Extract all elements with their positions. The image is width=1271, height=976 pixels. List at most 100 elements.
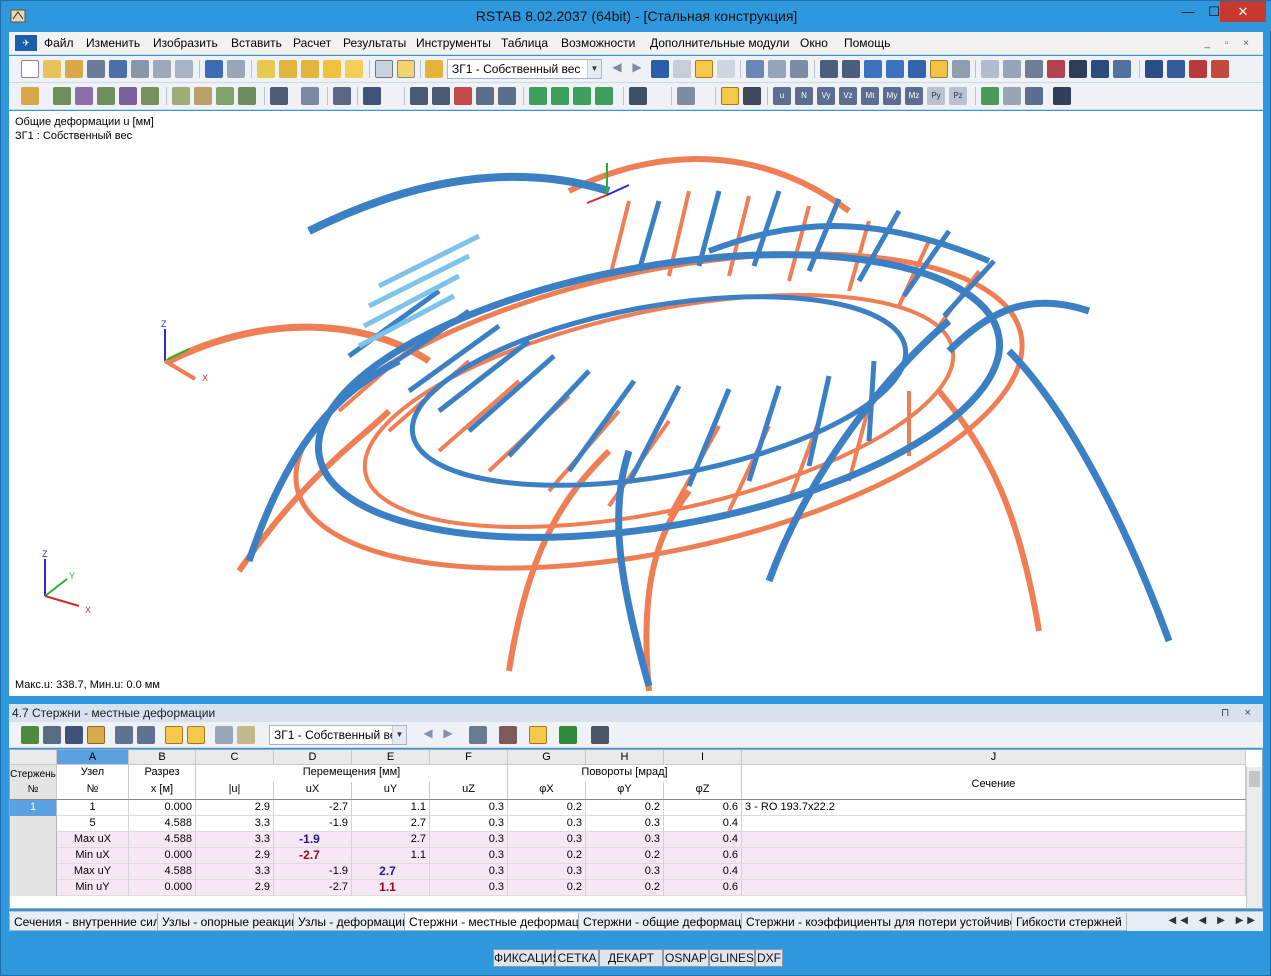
node-tool-icon[interactable] [21, 87, 39, 105]
menu-help[interactable]: Помощь [844, 36, 890, 50]
cell-phiz[interactable]: 0.6 [664, 880, 742, 896]
table-sort-icon[interactable] [65, 726, 83, 744]
cell-uz[interactable]: 0.3 [430, 816, 508, 832]
minimize-button[interactable]: — [1175, 1, 1201, 22]
cell-uz[interactable]: 0.3 [430, 864, 508, 880]
cell-section[interactable] [742, 848, 1246, 864]
cell-ux[interactable]: -1.9 [274, 816, 352, 832]
zoom-window-icon[interactable] [432, 87, 450, 105]
table-icon[interactable] [375, 60, 393, 78]
table-next-icon[interactable]: ▶ [439, 726, 457, 744]
table-highlight-icon[interactable] [529, 726, 547, 744]
grid-icon[interactable] [820, 60, 838, 78]
model-view-icon[interactable] [746, 60, 764, 78]
graphics-viewport[interactable]: Общие деформации u [мм] ЗГ1 : Собственны… [9, 111, 1263, 696]
cell-phiy[interactable]: 0.2 [586, 800, 664, 816]
table-left-icon[interactable] [115, 726, 133, 744]
table-columns-icon[interactable] [87, 726, 105, 744]
open-folder-icon[interactable] [43, 60, 61, 78]
cell-phiz[interactable]: 0.4 [664, 864, 742, 880]
table-row[interactable]: Min uY 0.000 2.9 -2.7 1.1 0.3 0.2 0.2 0.… [10, 880, 1246, 896]
table-row[interactable]: Min uX 0.000 2.9 -2.7 1.1 0.3 0.2 0.2 0.… [10, 848, 1246, 864]
search-icon[interactable] [279, 60, 297, 78]
section-icon[interactable] [1003, 87, 1021, 105]
cell-phiy[interactable]: 0.3 [586, 864, 664, 880]
xyz-icon[interactable] [301, 87, 319, 105]
hinge-icon[interactable] [194, 87, 212, 105]
table-graphic-icon[interactable] [21, 726, 39, 744]
support-reaction-icon[interactable] [981, 87, 999, 105]
loadcase-select[interactable]: ЗГ1 - Собственный вес ▼ [447, 59, 602, 79]
chevron-down-icon[interactable]: ▼ [587, 60, 601, 78]
table-right-icon[interactable] [137, 726, 155, 744]
undo-icon[interactable] [205, 60, 223, 78]
circle-tool-icon[interactable] [1003, 60, 1021, 78]
col-letter-j[interactable]: J [742, 750, 1246, 765]
status-osnap-button[interactable]: OSNAP [663, 949, 709, 967]
pdf-icon[interactable] [1189, 60, 1207, 78]
cell-phiy[interactable]: 0.3 [586, 832, 664, 848]
cell-phiy[interactable]: 0.2 [586, 848, 664, 864]
print-icon[interactable] [131, 60, 149, 78]
calculator-icon[interactable] [591, 726, 609, 744]
result-values-icon[interactable] [673, 60, 691, 78]
menu-window[interactable]: Окно [800, 36, 828, 50]
iso-view-icon[interactable] [476, 87, 494, 105]
cell-node[interactable]: Max uY [57, 864, 129, 880]
cell-phix[interactable]: 0.2 [508, 800, 586, 816]
structure-model[interactable]: Z X Z Y X [9, 111, 1263, 696]
settings-icon[interactable] [1113, 60, 1131, 78]
table-view-icon[interactable] [215, 726, 233, 744]
cell-u[interactable]: 3.3 [196, 832, 274, 848]
mesh-icon[interactable] [842, 60, 860, 78]
table-prev-icon[interactable]: ◀ [419, 726, 437, 744]
tab-nodes-support-reactions[interactable]: Узлы - опорные реакции [157, 913, 303, 931]
view-iso-icon[interactable] [595, 87, 613, 105]
chevron-down-icon[interactable]: ▼ [392, 726, 406, 744]
cell-phiz[interactable]: 0.6 [664, 800, 742, 816]
cell-phix[interactable]: 0.3 [508, 864, 586, 880]
status-snap-button[interactable]: ФИКСАЦИЯ [493, 949, 561, 967]
cell-phix[interactable]: 0.3 [508, 832, 586, 848]
row-member-no[interactable] [10, 864, 57, 880]
results-window-icon[interactable] [345, 60, 363, 78]
mirror-icon[interactable] [908, 60, 926, 78]
move-icon[interactable] [864, 60, 882, 78]
close-button[interactable]: ✕ [1220, 1, 1266, 22]
table-edit-icon[interactable] [237, 726, 255, 744]
cell-node[interactable]: Min uY [57, 880, 129, 896]
cell-u[interactable]: 2.9 [196, 880, 274, 896]
table-row[interactable]: 1 1 0.000 2.9 -2.7 1.1 0.3 0.2 0.2 0.6 3… [10, 800, 1246, 816]
guide-icon[interactable] [333, 87, 351, 105]
cell-node[interactable]: 5 [57, 816, 129, 832]
pdf-export-icon[interactable] [1211, 60, 1229, 78]
cell-ux[interactable]: -1.9 [274, 832, 352, 848]
cell-uy[interactable]: 2.7 [352, 832, 430, 848]
next-loadcase-icon[interactable]: ▶ [628, 60, 646, 78]
selection-icon[interactable] [952, 60, 970, 78]
edit-icon[interactable] [257, 60, 275, 78]
result-vy-icon[interactable]: Vy [817, 87, 835, 105]
value-xxx-icon[interactable] [717, 60, 735, 78]
cell-x[interactable]: 0.000 [129, 800, 196, 816]
menu-tools[interactable]: Инструменты [416, 36, 491, 50]
cell-ux[interactable]: -1.9 [274, 864, 352, 880]
cell-uz[interactable]: 0.3 [430, 832, 508, 848]
member-divide-icon[interactable] [97, 87, 115, 105]
col-letter-i[interactable]: I [664, 750, 742, 765]
row-member-no[interactable] [10, 832, 57, 848]
eye-icon[interactable] [695, 60, 713, 78]
cell-x[interactable]: 4.588 [129, 816, 196, 832]
cell-section[interactable] [742, 864, 1246, 880]
view-y-icon[interactable] [551, 87, 569, 105]
result-mt-icon[interactable]: Mt [861, 87, 879, 105]
cell-x[interactable]: 4.588 [129, 832, 196, 848]
results-table[interactable]: A B C D E F G H I J Стержень № Узел № Ра… [9, 749, 1263, 909]
cell-uy[interactable]: 1.1 [352, 800, 430, 816]
prev-loadcase-icon[interactable]: ◀ [608, 60, 626, 78]
show-results-icon[interactable] [651, 60, 669, 78]
table-vertical-scrollbar[interactable] [1246, 767, 1262, 908]
archive-icon[interactable] [87, 60, 105, 78]
zoom-tool-icon[interactable] [454, 87, 472, 105]
member-load-icon[interactable] [238, 87, 256, 105]
